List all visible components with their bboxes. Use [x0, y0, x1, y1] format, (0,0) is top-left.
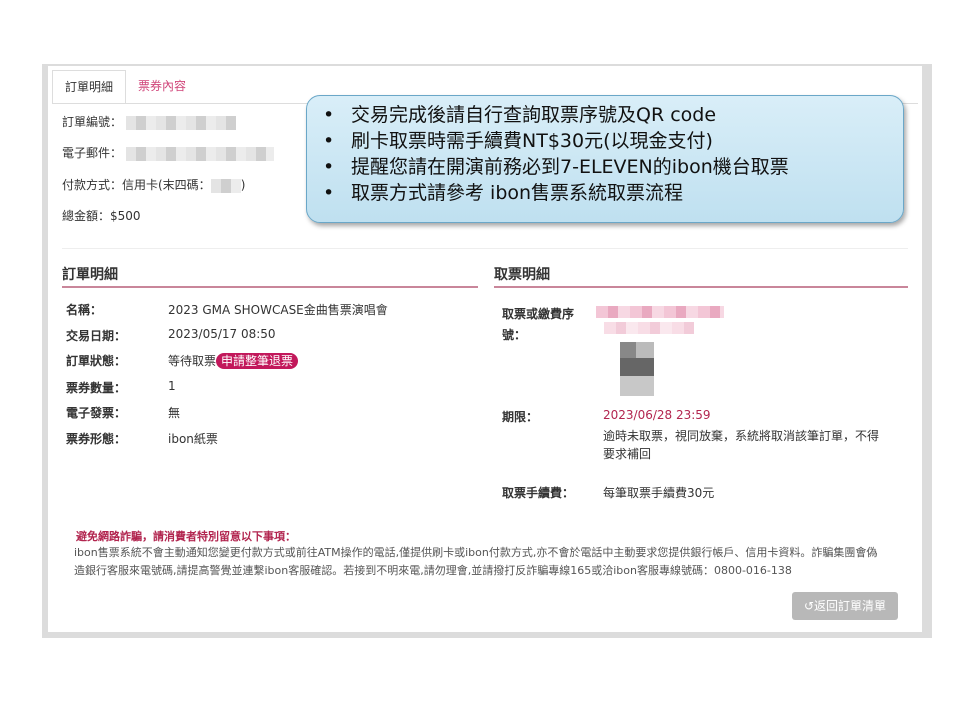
pickup-code-label-line1: 取票或繳費序 [502, 307, 575, 321]
ticket-type-label: 票券形態： [66, 432, 127, 446]
einvoice-label: 電子發票： [66, 406, 127, 420]
deadline-note: 逾時未取票，視同放棄，系統將取消該筆訂單，不得 要求補回 [603, 427, 879, 463]
date-value: 2023/05/17 08:50 [168, 327, 276, 341]
fee-label: 取票手續費： [502, 486, 575, 500]
fraud-warning-title: 避免網路詐騙，請消費者特別留意以下事項： [76, 530, 296, 543]
status-row: 等待取票 申請整筆退票 [168, 352, 299, 369]
total-amount: 總金額：$500 [62, 209, 141, 223]
name-value: 2023 GMA SHOWCASE金曲售票演唱會 [168, 303, 388, 317]
quantity-value: 1 [168, 379, 176, 393]
callout-item: 交易完成後請自行查詢取票序號及QR code [323, 102, 903, 128]
ticket-type-value: ibon紙票 [168, 432, 218, 446]
einvoice-value: 無 [168, 406, 181, 420]
card-digits-redacted [210, 178, 241, 193]
tab-ticket-content[interactable]: 票券內容 [126, 70, 198, 102]
tab-order-detail[interactable]: 訂單明細 [52, 70, 127, 104]
name-label: 名稱： [66, 303, 103, 317]
order-detail-underline [62, 286, 478, 288]
callout-item: 取票方式請參考 ibon售票系統取票流程 [323, 180, 903, 206]
pickup-code-label-line2: 號： [502, 328, 527, 342]
payment-suffix: ) [240, 178, 246, 192]
fraud-warning-line1: ibon售票系統不會主動通知您變更付款方式或前往ATM操作的電話,僅提供刷卡或i… [74, 546, 878, 559]
back-to-order-list-button[interactable]: ↺返回訂單清單 [792, 592, 898, 620]
deadline-value: 2023/06/28 23:59 [603, 408, 711, 422]
date-label: 交易日期： [66, 329, 127, 343]
email-row: 電子郵件： [62, 144, 274, 161]
callout-list: 交易完成後請自行查詢取票序號及QR code 刷卡取票時需手續費NT$30元(以… [307, 96, 903, 206]
pickup-detail-title: 取票明細 [494, 267, 550, 283]
pickup-code-redacted [596, 306, 724, 318]
fee-value: 每筆取票手續費30元 [603, 486, 715, 500]
order-number-row: 訂單編號： [62, 113, 236, 130]
quantity-label: 票券數量： [66, 381, 127, 395]
callout-item: 提醒您請在開演前務必到7-ELEVEN的ibon機台取票 [323, 154, 903, 180]
section-divider [62, 248, 908, 249]
deadline-label: 期限： [502, 410, 539, 424]
email-redacted [125, 146, 274, 161]
order-number-label: 訂單編號： [62, 115, 123, 129]
pickup-code-label: 取票或繳費序 號： [502, 305, 574, 343]
status-value: 等待取票 [168, 354, 217, 368]
pickup-detail-underline [494, 286, 908, 288]
fraud-warning-text: ibon售票系統不會主動通知您變更付款方式或前往ATM操作的電話,僅提供刷卡或i… [74, 544, 904, 580]
payment-row: 付款方式：信用卡(末四碼：) [62, 176, 245, 193]
status-label: 訂單狀態： [66, 354, 127, 368]
qr-code-redacted [620, 342, 654, 396]
callout-item: 刷卡取票時需手續費NT$30元(以現金支付) [323, 128, 903, 154]
order-number-redacted [125, 115, 236, 130]
fraud-warning-line2: 造銀行客服來電號碼,請提高警覺並連繫ibon客服確認。若接到不明來電,請勿理會,… [74, 564, 792, 577]
email-label: 電子郵件： [62, 146, 123, 160]
deadline-note-line2: 要求補回 [603, 447, 652, 461]
annotation-callout: 交易完成後請自行查詢取票序號及QR code 刷卡取票時需手續費NT$30元(以… [306, 95, 904, 223]
deadline-note-line1: 逾時未取票，視同放棄，系統將取消該筆訂單，不得 [603, 429, 880, 443]
pickup-code-redacted-2 [604, 322, 694, 334]
order-detail-title: 訂單明細 [62, 267, 118, 283]
refund-button[interactable]: 申請整筆退票 [216, 353, 299, 369]
payment-label: 付款方式：信用卡(末四碼： [62, 178, 211, 192]
